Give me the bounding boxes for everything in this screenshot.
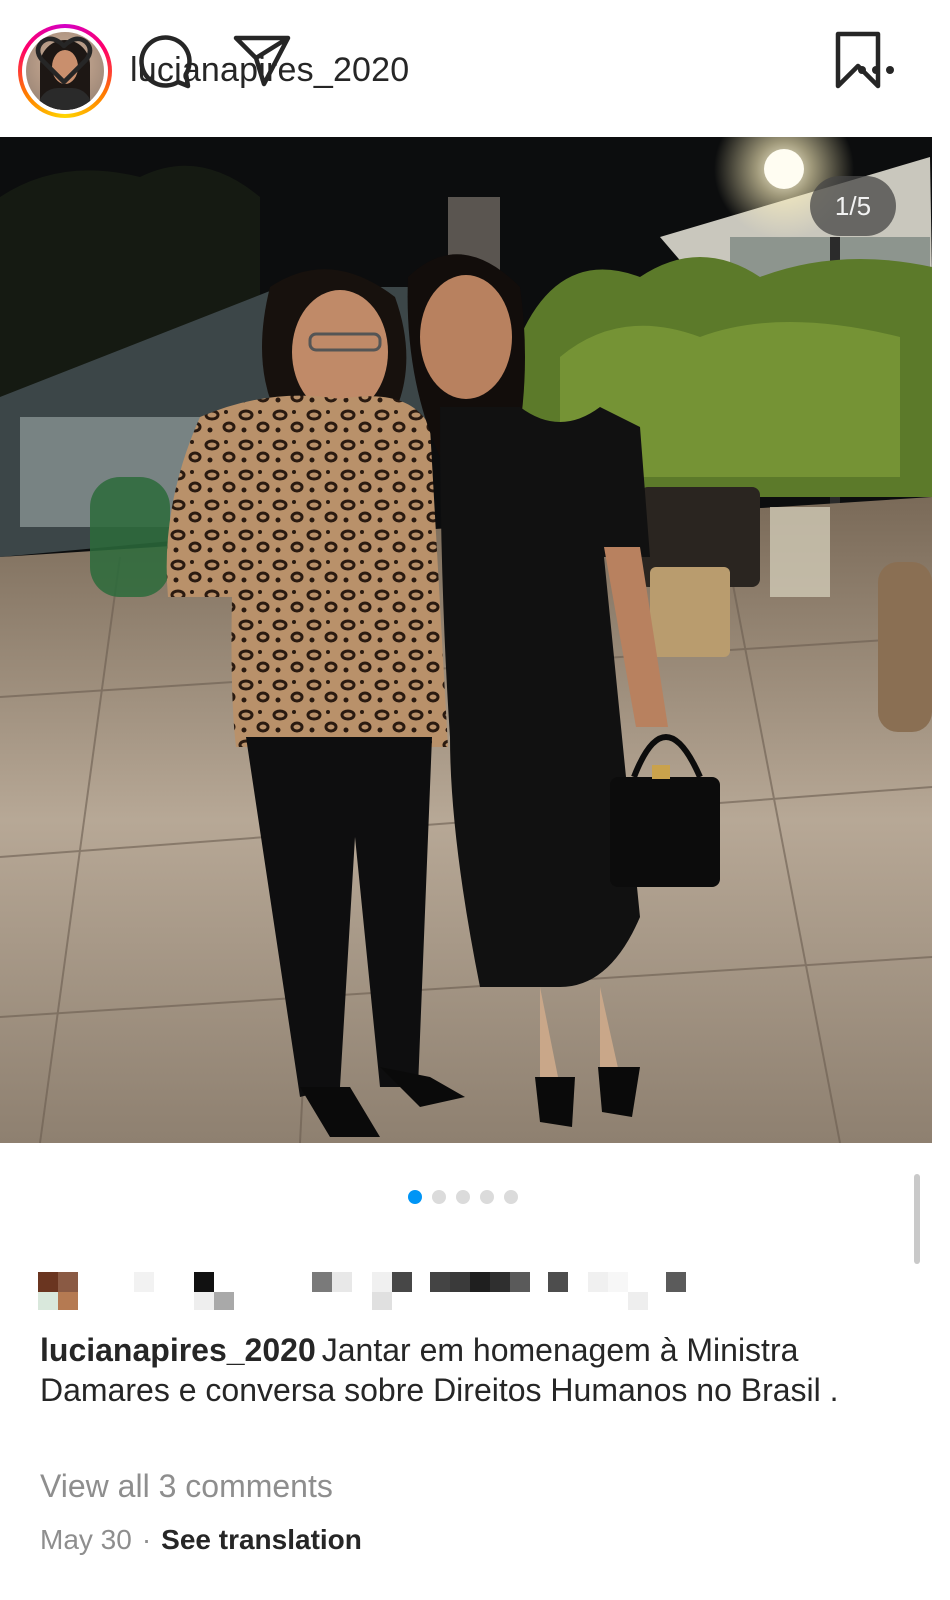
carousel-dot-4[interactable] [480,1190,494,1204]
slide-counter-badge: 1/5 [810,176,896,236]
pixel-block [450,1272,470,1292]
liked-by-pixelated [38,1272,698,1312]
pixel-block [312,1272,332,1292]
pixel-block [38,1292,58,1310]
see-translation-link[interactable]: See translation [161,1524,362,1555]
pixel-block [470,1272,490,1292]
pixel-block [588,1272,608,1292]
lantern [770,507,830,597]
lamp-light [764,149,804,189]
pixel-block [372,1292,392,1310]
scrollbar[interactable] [914,1174,920,1264]
pixel-block [194,1272,214,1292]
pixel-block [134,1272,154,1292]
pixel-block [58,1292,78,1310]
pixel-block [194,1292,214,1310]
planter [878,562,932,732]
pixel-block [392,1272,412,1292]
view-all-comments-link[interactable]: View all 3 comments [40,1466,333,1506]
avatar-shirt [38,88,92,110]
bookmark-icon[interactable] [828,30,888,90]
meta-separator: · [141,1524,152,1555]
pixel-block [490,1272,510,1292]
pixel-block [548,1272,568,1292]
post-meta: May 30 · See translation [40,1522,362,1558]
pixel-block [430,1272,450,1292]
post-caption: lucianapires_2020 Jantar em homenagem à M… [40,1330,900,1410]
carousel-dot-2[interactable] [432,1190,446,1204]
green-chair [90,477,170,597]
instagram-post-page: lucianapires_2020 1/5 lucianapires_2020 … [0,0,950,1600]
post-photo[interactable] [0,137,932,1143]
pixel-block [628,1292,648,1310]
post-date: May 30 [40,1524,132,1555]
heart-icon[interactable] [34,30,94,90]
pixel-block [214,1292,234,1310]
pixel-block [666,1272,686,1292]
pixel-block [372,1272,392,1292]
carousel-dot-5[interactable] [504,1190,518,1204]
carousel-dot-3[interactable] [456,1190,470,1204]
carousel-dots [408,1190,518,1204]
carousel-dot-1[interactable] [408,1190,422,1204]
comment-bubble-icon[interactable] [134,30,194,90]
sofa-seat [650,567,730,657]
pixel-block [58,1272,78,1292]
photo-scene [0,137,932,1143]
pixel-block [608,1272,628,1292]
pixel-block [38,1272,58,1292]
pixel-block [332,1272,352,1292]
caption-username[interactable]: lucianapires_2020 [40,1332,316,1368]
send-paper-plane-icon[interactable] [232,30,292,90]
handbag [610,777,720,887]
pixel-block [510,1272,530,1292]
